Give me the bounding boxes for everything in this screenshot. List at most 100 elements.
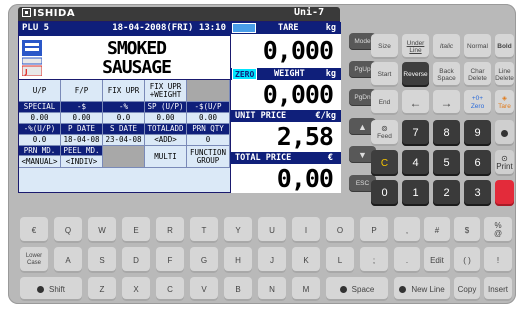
grid-value-minus-dollar[interactable]: 0.00 [61,113,103,124]
print-key-content: ⊙ Print [496,155,512,171]
key-2[interactable]: 2 [433,180,460,206]
grid-cell-fp[interactable]: F/P [61,80,103,102]
normal-key[interactable]: Normal [464,34,491,59]
italic-key[interactable]: Italic [433,34,460,59]
key-8[interactable]: 8 [433,120,460,146]
edit-key[interactable]: Edit [424,247,450,273]
key-r[interactable]: R [156,217,184,243]
right-arrow-key[interactable]: → [433,90,460,115]
grid-value-s-date[interactable]: 23-04-08 [103,135,145,146]
euro-key[interactable]: € [20,217,48,243]
key-k[interactable]: K [292,247,320,273]
key-g[interactable]: G [190,247,218,273]
key-3[interactable]: 3 [464,180,491,206]
key-b[interactable]: B [224,277,252,301]
clear-key[interactable]: C [371,150,398,176]
grid-cell-function-group[interactable]: FUNCTION GROUP [187,146,230,168]
comma-key[interactable]: , [394,217,420,243]
key-c[interactable]: C [156,277,184,301]
grid-header-peel-md: PEEL MD. [61,146,103,156]
insert-key[interactable]: Insert [484,277,512,301]
grid-cell-fix-upr-weight[interactable]: FIX UPR +WEIGHT [145,80,187,102]
key-y[interactable]: Y [224,217,252,243]
print-key[interactable]: ⊙ Print [495,150,514,176]
print-key-label: Print [496,162,513,171]
feed-key-label: Feed [377,133,392,140]
grid-header-totaladd: TOTALADD [145,124,187,135]
size-key[interactable]: Size [371,34,398,59]
key-5[interactable]: 5 [433,150,460,176]
unit-price-unit: €/kg [315,111,336,121]
shift-label: Shift [48,284,65,294]
grid-value-peel-md[interactable]: <INDIV> [61,156,103,168]
key-z[interactable]: Z [88,277,116,301]
grid-cell-multi[interactable]: MULTI [145,146,187,168]
key-n[interactable]: N [258,277,286,301]
key-i[interactable]: I [292,217,320,243]
underline-key[interactable]: Under Line [402,34,429,59]
key-v[interactable]: V [190,277,218,301]
percent-key[interactable]: % @ [484,217,512,243]
grid-value-minus-dollar-up[interactable]: 0.00 [187,113,230,124]
key-w[interactable]: W [88,217,116,243]
key-x[interactable]: X [122,277,150,301]
plu-key[interactable] [495,180,514,206]
key-e[interactable]: E [122,217,150,243]
key-7[interactable]: 7 [402,120,429,146]
backspace-key[interactable]: Back Space [433,62,460,87]
key-t[interactable]: T [190,217,218,243]
shift-key[interactable]: Shift [20,277,82,301]
key-9[interactable]: 9 [464,120,491,146]
lower-case-key[interactable]: Lower Case [20,247,48,273]
key-h[interactable]: H [224,247,252,273]
key-6[interactable]: 6 [464,150,491,176]
key-m[interactable]: M [292,277,320,301]
reverse-key[interactable]: Reverse [402,62,429,87]
zero-key[interactable]: +0+ Zero [464,90,491,115]
grid-value-totaladd[interactable]: <ADD> [145,135,187,146]
line-delete-key[interactable]: Line Delete [495,62,514,87]
exclamation-key[interactable]: ! [484,247,512,273]
parentheses-key[interactable]: ( ) [454,247,480,273]
key-j[interactable]: J [258,247,286,273]
key-0[interactable]: 0 [371,180,398,206]
key-s[interactable]: S [88,247,116,273]
grid-value-minus-percent-up[interactable]: 0.0 [19,135,61,146]
left-arrow-key[interactable]: ← [402,90,429,115]
grid-value-prn-qty[interactable]: 0 [187,135,230,146]
grid-value-prn-md[interactable]: <MANUAL> [19,156,61,168]
space-key[interactable]: Space [326,277,388,301]
key-d[interactable]: D [122,247,150,273]
key-p[interactable]: P [360,217,388,243]
copy-key[interactable]: Copy [454,277,480,301]
key-l[interactable]: L [326,247,354,273]
key-q[interactable]: Q [54,217,82,243]
key-f[interactable]: F [156,247,184,273]
dot-key[interactable] [495,120,514,146]
key-a[interactable]: A [54,247,82,273]
key-4[interactable]: 4 [402,150,429,176]
key-1[interactable]: 1 [402,180,429,206]
end-key[interactable]: End [371,90,398,115]
grid-cell-fix-upr[interactable]: FIX UPR [103,80,145,102]
grid-cell-up[interactable]: U/P [19,80,61,102]
period-key[interactable]: . [394,247,420,273]
key-o[interactable]: O [326,217,354,243]
char-delete-key[interactable]: Char Delete [464,62,491,87]
new-line-key[interactable]: New Line [394,277,450,301]
grid-value-p-date[interactable]: 18-04-08 [61,135,103,146]
feed-key[interactable]: ⊚ Feed [371,120,398,146]
grid-value-special[interactable]: 0.00 [19,113,61,124]
grid-value-sp-up[interactable]: 0.00 [145,113,187,124]
hash-key[interactable]: # [424,217,450,243]
start-key[interactable]: Start [371,62,398,87]
key-u[interactable]: U [258,217,286,243]
bold-key[interactable]: Bold [495,34,514,59]
semicolon-key[interactable]: ; [360,247,388,273]
brand-name: ISHIDA [33,8,76,19]
grid-value-minus-percent[interactable]: 0.0 [103,113,145,124]
dollar-key[interactable]: $ [454,217,480,243]
grid-header-p-date: P DATE [61,124,103,135]
tare-key[interactable]: ◈ Tare [495,90,514,115]
grid-header-minus-percent-up: -%(U/P) [19,124,61,135]
